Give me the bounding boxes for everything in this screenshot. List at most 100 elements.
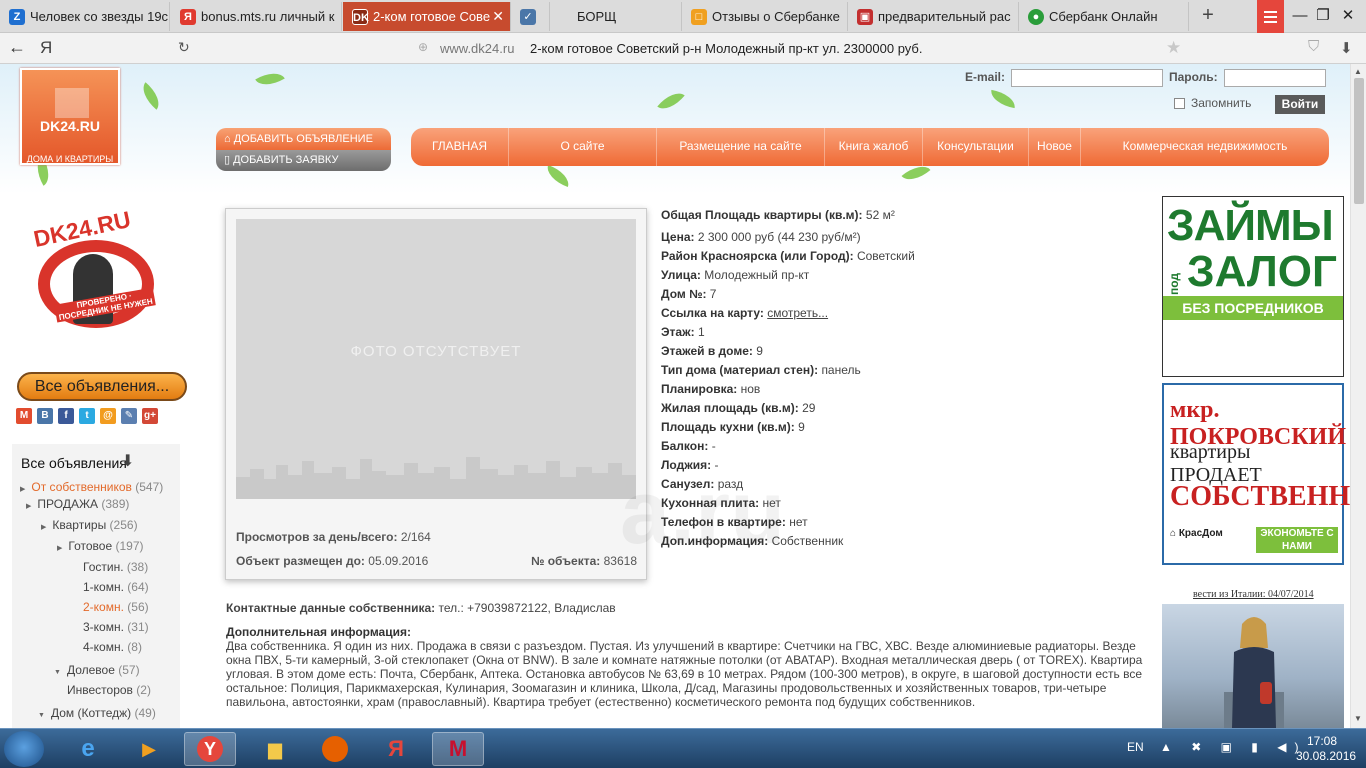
vk-icon[interactable]: B: [37, 408, 53, 424]
spec-house-type: Тип дома (материал стен): панель: [661, 363, 861, 377]
minimize-button[interactable]: —: [1288, 4, 1312, 28]
language-indicator[interactable]: EN: [1127, 740, 1144, 754]
address-domain[interactable]: www.dk24.ru: [440, 41, 514, 56]
loan-ad-banner[interactable]: ЗАЙМЫ под ЗАЛОГ БЕЗ ПОСРЕДНИКОВ: [1162, 196, 1344, 377]
map-link[interactable]: смотреть...: [767, 306, 828, 320]
expand-icon: ▼: [38, 712, 45, 719]
category-2room[interactable]: 2-комн. (56): [83, 600, 149, 614]
nav-commercial[interactable]: Коммерческая недвижимость: [1081, 128, 1329, 166]
mail-ru-icon[interactable]: M: [16, 408, 32, 424]
nav-complaints[interactable]: Книга жалоб: [825, 128, 923, 166]
yandex-icon[interactable]: Я: [370, 732, 422, 766]
spec-stove: Кухонная плита: нет: [661, 496, 781, 510]
download-icon[interactable]: ⬇: [1340, 39, 1353, 57]
tab-6[interactable]: □ Отзывы о Сбербанке: [682, 2, 848, 31]
nav-new[interactable]: Новое: [1029, 128, 1081, 166]
home-icon: ⌂: [224, 133, 234, 145]
file-explorer-icon[interactable]: ▆: [249, 732, 301, 766]
close-tab-icon[interactable]: ✕: [492, 8, 504, 25]
internet-explorer-icon[interactable]: e: [62, 732, 114, 766]
object-number-label: № объекта:: [531, 554, 601, 568]
spec-price: Цена: 2 300 000 руб (44 230 руб/м²): [661, 230, 861, 244]
spec-balcony: Балкон: -: [661, 439, 716, 453]
category-label: От собственников: [31, 480, 132, 494]
category-label: Готовое: [68, 539, 113, 553]
site-logo[interactable]: DK24.RU ДОМА И КВАРТИРЫ: [20, 68, 120, 165]
tab-vk[interactable]: ✓: [511, 2, 550, 31]
remember-checkbox[interactable]: [1174, 97, 1185, 109]
category-investors[interactable]: Инвесторов (2): [67, 683, 151, 697]
listing-photo[interactable]: ФОТО ОТСУТСТВУЕТ: [236, 219, 636, 499]
bookmark-star-icon[interactable]: ★: [1166, 38, 1181, 58]
add-request-button[interactable]: ▯ ДОБАВИТЬ ЗАЯВКУ: [216, 150, 391, 171]
posted-label: Объект размещен до:: [236, 554, 365, 568]
category-ready[interactable]: ▶ Готовое (197): [57, 539, 143, 553]
password-field[interactable]: [1224, 69, 1326, 87]
email-label: E-mail:: [965, 70, 1006, 84]
all-ads-button[interactable]: Все объявления...: [17, 372, 187, 401]
media-player-icon[interactable]: ▶: [123, 732, 175, 766]
close-window-button[interactable]: ✕: [1336, 4, 1360, 28]
login-button[interactable]: Войти: [1275, 95, 1325, 114]
new-tab-button[interactable]: +: [1196, 3, 1220, 29]
category-sale[interactable]: ▶ ПРОДАЖА (389): [26, 497, 129, 511]
mcafee-icon[interactable]: M: [432, 732, 484, 766]
nav-consult[interactable]: Консультации: [923, 128, 1029, 166]
expand-icon: ▶: [57, 545, 63, 552]
tab-1[interactable]: Z Человек со звезды 19с: [0, 2, 170, 31]
category-house[interactable]: ▼ Дом (Коттедж) (49): [38, 706, 156, 720]
category-apartments[interactable]: ▶ Квартиры (256): [41, 518, 138, 532]
page-scrollbar[interactable]: ▲ ▼: [1350, 64, 1366, 728]
yandex-icon[interactable]: Я: [40, 38, 52, 58]
add-ad-button[interactable]: ⌂ ДОБАВИТЬ ОБЪЯВЛЕНИЕ: [216, 128, 391, 150]
scroll-thumb[interactable]: [1354, 78, 1364, 204]
pokrovsky-ad-banner[interactable]: мкр. ПОКРОВСКИЙ квартиры ПРОДАЕТ СОБСТВЕ…: [1162, 383, 1350, 565]
category-4room[interactable]: 4-комн. (8): [83, 640, 142, 654]
news-link[interactable]: вести из Италии: 04/07/2014: [1193, 589, 1314, 600]
facebook-icon[interactable]: f: [58, 408, 74, 424]
news-photo[interactable]: [1162, 604, 1344, 728]
category-owners[interactable]: ▶ От собственников (547): [20, 480, 163, 494]
livejournal-icon[interactable]: ✎: [121, 408, 137, 424]
category-label: Инвесторов: [67, 683, 133, 697]
verified-badge[interactable]: DK24.RU ПРОВЕРЕНО · ПОСРЕДНИК НЕ НУЖЕН: [31, 206, 173, 339]
spec-district: Район Красноярска (или Город): Советский: [661, 249, 915, 263]
address-page-title[interactable]: 2-ком готовое Советский р-н Молодежный п…: [530, 41, 923, 56]
nav-about[interactable]: О сайте: [509, 128, 657, 166]
category-studio[interactable]: Гостин. (38): [83, 560, 148, 574]
firefox-icon[interactable]: [309, 732, 361, 766]
tab-active[interactable]: DK 2-ком готовое Сове ✕: [343, 2, 511, 31]
tab-2[interactable]: Я bonus.mts.ru личный к: [171, 2, 342, 31]
building-icon: [55, 88, 89, 118]
twitter-icon[interactable]: t: [79, 408, 95, 424]
tab-7[interactable]: ▣ предварительный рас: [848, 2, 1019, 31]
scroll-down-icon[interactable]: ▼: [1354, 714, 1362, 723]
back-arrow-icon[interactable]: ←: [8, 37, 26, 58]
tab-5[interactable]: БОРЩ: [547, 2, 682, 31]
tab-8[interactable]: ● Сбербанк Онлайн: [1019, 2, 1189, 31]
google-plus-icon[interactable]: g+: [142, 408, 158, 424]
yandex-browser-icon[interactable]: Y: [184, 732, 236, 766]
category-shared[interactable]: ▼ Долевое (57): [54, 663, 140, 677]
start-button[interactable]: [4, 731, 44, 767]
nav-home[interactable]: ГЛАВНАЯ: [411, 128, 509, 166]
email-icon[interactable]: @: [100, 408, 116, 424]
email-field[interactable]: [1011, 69, 1163, 87]
spec-total-area: Общая Площадь квартиры (кв.м): 52 м²: [661, 208, 895, 222]
tab-favicon: Я: [180, 9, 196, 25]
restore-button[interactable]: ❐: [1311, 4, 1335, 28]
spec-map-link: Ссылка на карту: смотреть...: [661, 306, 829, 320]
spec-layout: Планировка: нов: [661, 382, 761, 396]
category-1room[interactable]: 1-комн. (64): [83, 580, 149, 594]
document-icon: ▯: [224, 154, 234, 166]
category-3room[interactable]: 3-комн. (31): [83, 620, 149, 634]
nav-placement[interactable]: Размещение на сайте: [657, 128, 825, 166]
remember-checkbox-row[interactable]: Запомнить: [1174, 96, 1251, 110]
down-arrow-icon: ⬇: [121, 453, 135, 470]
protect-shield-icon[interactable]: ⛉: [1308, 38, 1319, 55]
system-tray-icons[interactable]: ▲ ✖ ▣ ▮ ◀): [1160, 740, 1306, 754]
scroll-up-icon[interactable]: ▲: [1354, 67, 1362, 76]
clock[interactable]: 17:08 30.08.2016: [1296, 734, 1356, 764]
reload-icon[interactable]: ↻: [178, 39, 190, 56]
browser-menu-button[interactable]: [1257, 0, 1284, 33]
